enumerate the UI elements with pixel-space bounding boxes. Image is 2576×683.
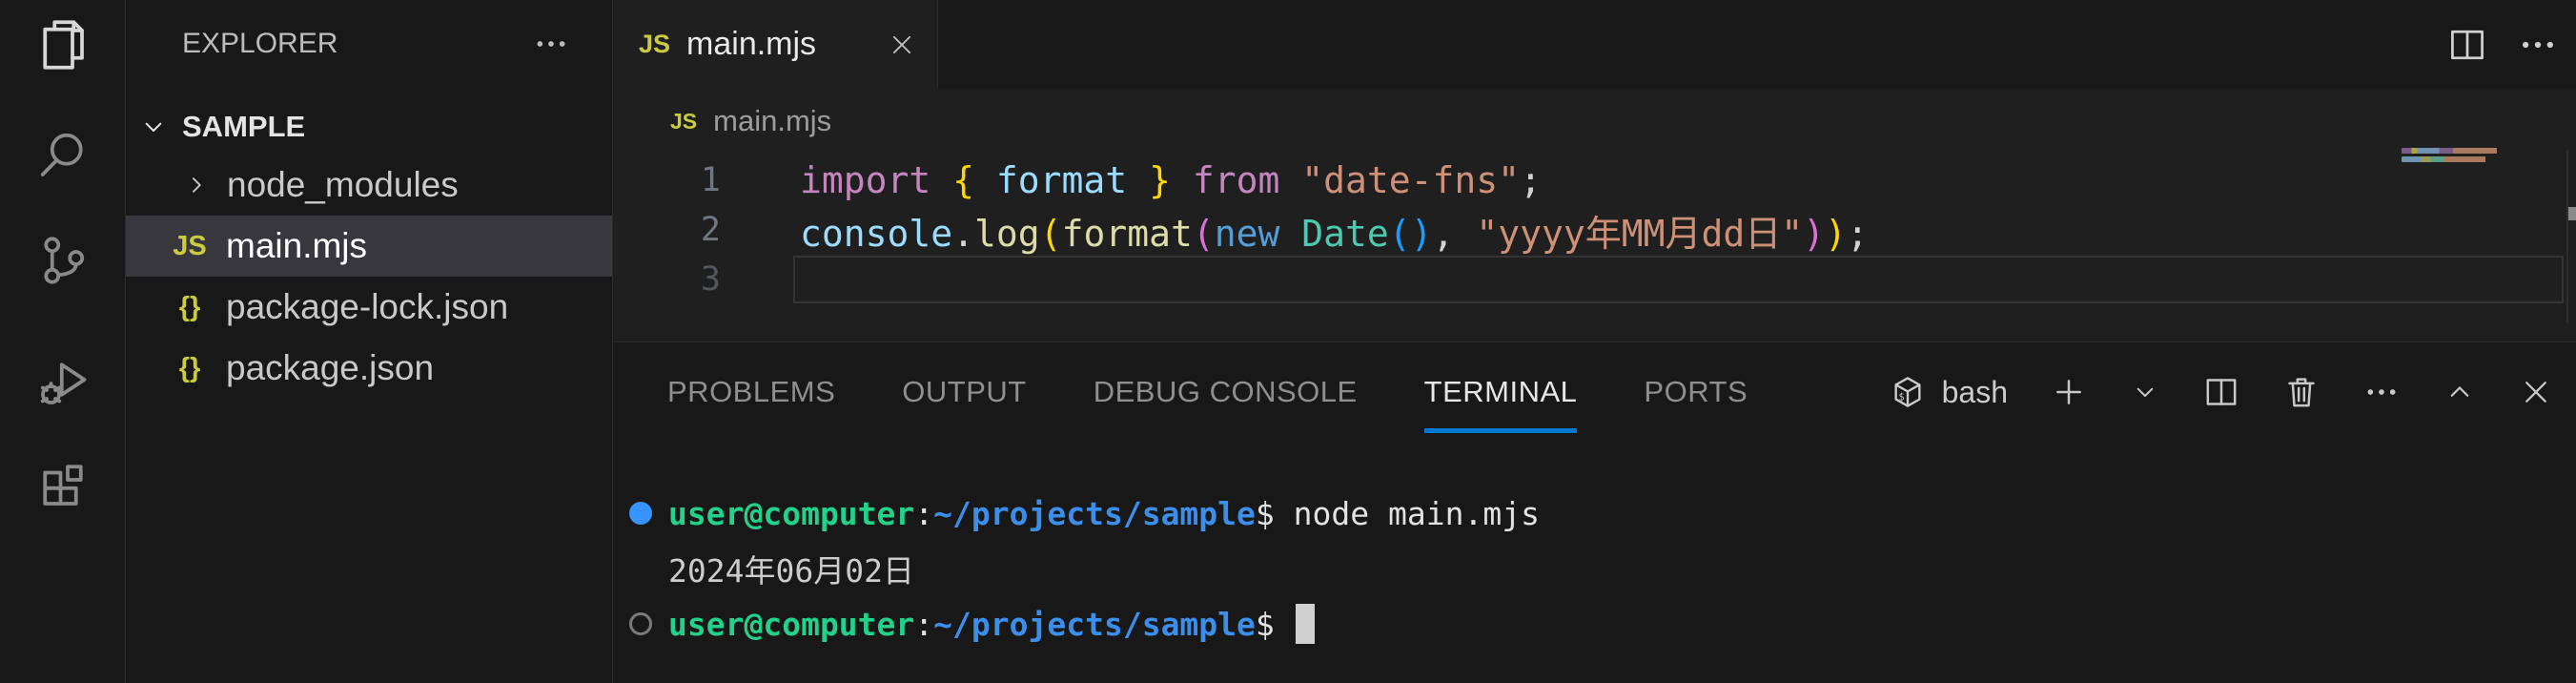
close-icon[interactable] [2519,375,2553,409]
tab-label: main.mjs [686,26,816,63]
terminal-bash-icon: $ [1890,374,1926,410]
command-success-circle-icon [629,502,652,525]
debug-icon [34,354,92,411]
command-decoration [613,612,668,635]
code-editor[interactable]: JS main.mjs 1 import { format } from "dat… [613,89,2576,342]
terminal-shell-selector[interactable]: $ bash [1890,374,2008,410]
svg-text:$: $ [1898,392,1904,404]
js-file-icon: JS [170,231,210,262]
code-line-2[interactable]: 2 console.log(format(new Date(), "yyyy年MM… [613,205,2576,255]
current-line-highlight [793,256,2564,303]
file-label: main.mjs [226,226,367,266]
command-prompt-circle-icon [629,612,652,635]
activity-run-debug[interactable] [31,351,94,414]
terminal-row: 2024年06月02日 [613,541,2576,596]
bottom-panel: PROBLEMS OUTPUT DEBUG CONSOLE TERMINAL PORTS… [613,342,2576,683]
panel-tab-terminal[interactable]: TERMINAL [1424,342,1578,442]
file-row-package-json[interactable]: {} package.json [126,338,612,399]
terminal-cursor [1296,604,1315,644]
terminal-text: 2024年06月02日 [668,546,914,591]
search-icon [34,127,92,184]
ellipsis-icon[interactable] [2362,373,2401,411]
panel-tab-problems[interactable]: PROBLEMS [667,342,835,442]
code-text: console.log(format(new Date(), "yyyy年MM月… [800,204,1869,257]
breadcrumb-label: main.mjs [713,104,831,138]
source-control-icon [34,232,92,289]
chevron-up-icon[interactable] [2443,375,2477,409]
code-line-1[interactable]: 1 import { format } from "date-fns"; [613,155,2576,205]
folder-section-label: SAMPLE [182,110,305,144]
panel-header: PROBLEMS OUTPUT DEBUG CONSOLE TERMINAL PORTS… [613,342,2576,442]
activity-search[interactable] [31,124,94,187]
file-row-node-modules[interactable]: node_modules [126,155,612,216]
new-terminal-plus-icon[interactable] [2050,373,2088,411]
terminal-row: user@computer:~/projects/sample$ [613,596,2576,652]
split-editor-icon[interactable] [2446,24,2488,66]
folder-section-header[interactable]: SAMPLE [126,99,612,155]
editor-tab-bar: JS main.mjs [613,0,2576,89]
json-file-icon: {} [170,292,210,323]
scrollbar-thumb[interactable] [2568,207,2576,220]
terminal-text: user@computer:~/projects/sample$ [668,604,1315,644]
js-file-icon: JS [670,109,697,135]
chevron-right-icon [182,171,211,199]
command-decoration [613,502,668,525]
ellipsis-icon[interactable] [2517,24,2559,66]
terminal-text: user@computer:~/projects/sample$ node ma… [668,495,1540,532]
chevron-down-icon[interactable] [2130,377,2160,407]
extensions-icon [34,461,92,518]
file-row-main-mjs[interactable]: JS main.mjs [126,216,612,277]
line-number: 3 [613,260,721,299]
file-row-package-lock-json[interactable]: {} package-lock.json [126,277,612,338]
line-number: 1 [613,161,721,199]
minimap[interactable] [2402,148,2501,165]
editor-actions [2446,0,2576,89]
minimap-line [2402,156,2497,162]
file-label: package-lock.json [226,287,508,327]
activity-explorer[interactable] [31,13,94,76]
panel-tab-ports[interactable]: PORTS [1644,342,1748,442]
explorer-sidebar: EXPLORER SAMPLE node_modules JS main.mjs {}… [126,0,613,683]
activity-source-control[interactable] [31,229,94,292]
shell-label: bash [1942,375,2008,410]
file-label: node_modules [227,165,459,205]
files-icon [34,16,92,73]
file-tree: node_modules JS main.mjs {} package-lock.jso… [126,155,612,399]
close-icon[interactable] [888,31,916,59]
file-label: package.json [226,348,434,388]
explorer-header: EXPLORER [126,0,612,88]
activity-extensions[interactable] [31,458,94,521]
terminal-actions: $ bash [1890,373,2576,411]
ellipsis-icon[interactable] [532,25,570,63]
json-file-icon: {} [170,353,210,384]
js-file-icon: JS [639,30,670,59]
code-lines: 1 import { format } from "date-fns"; 2 cons… [613,155,2576,304]
activity-bar [0,0,126,683]
minimap-line [2402,148,2501,154]
code-line-3[interactable]: 3 [613,255,2576,304]
line-number: 2 [613,211,721,249]
tab-main-mjs[interactable]: JS main.mjs [613,0,938,89]
trash-icon[interactable] [2282,373,2320,411]
sidebar-title: EXPLORER [182,28,337,60]
panel-tab-debug-console[interactable]: DEBUG CONSOLE [1094,342,1358,442]
breadcrumb[interactable]: JS main.mjs [613,89,2576,146]
panel-tabs: PROBLEMS OUTPUT DEBUG CONSOLE TERMINAL PORTS [613,342,1748,442]
chevron-down-icon [138,112,169,142]
terminal-row: user@computer:~/projects/sample$ node ma… [613,486,2576,541]
code-text: import { format } from "date-fns"; [800,159,1542,201]
panel-tab-output[interactable]: OUTPUT [902,342,1026,442]
split-terminal-icon[interactable] [2202,373,2240,411]
terminal-output[interactable]: user@computer:~/projects/sample$ node ma… [613,486,2576,652]
scrollbar-track [2566,150,2568,323]
editor-group: JS main.mjs JS main.mjs [613,0,2576,683]
